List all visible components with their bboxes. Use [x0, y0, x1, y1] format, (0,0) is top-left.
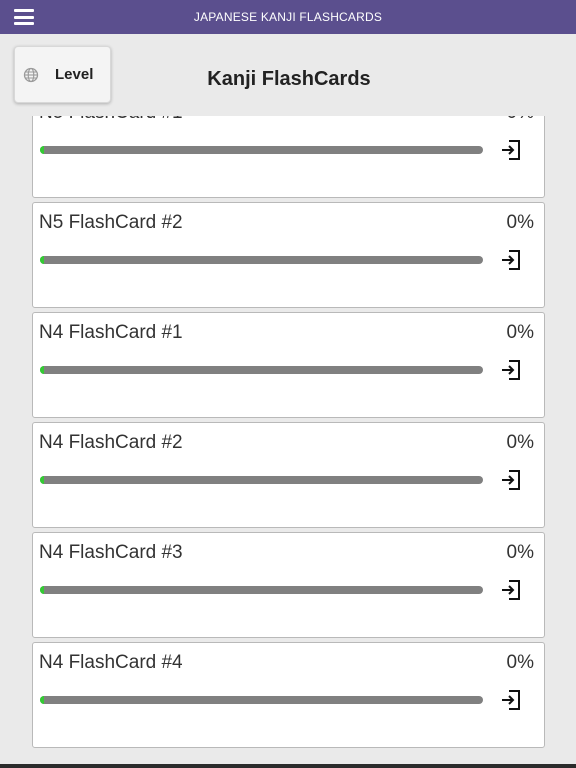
flashcard-title: N4 FlashCard #2 — [39, 432, 183, 453]
flashcard-percent: 0% — [506, 652, 534, 673]
flashcard-item[interactable]: N4 FlashCard #3 0% — [32, 532, 545, 638]
flashcard-progress-fill — [40, 256, 44, 264]
flashcard-progress-fill — [40, 146, 44, 154]
flashcard-percent: 0% — [506, 322, 534, 343]
flashcard-title: N4 FlashCard #1 — [39, 322, 183, 343]
flashcard-item[interactable]: N4 FlashCard #1 0% — [32, 312, 545, 418]
enter-icon[interactable] — [500, 139, 522, 161]
flashcard-percent: 0% — [506, 212, 534, 233]
flashcard-item[interactable]: N5 FlashCard #1 0% — [32, 116, 545, 198]
enter-icon[interactable] — [500, 469, 522, 491]
flashcard-percent: 0% — [506, 432, 534, 453]
flashcard-progress-fill — [40, 366, 44, 374]
flashcard-title: N4 FlashCard #3 — [39, 542, 183, 563]
flashcard-progress-bar — [40, 146, 483, 154]
flashcard-item[interactable]: N5 FlashCard #2 0% — [32, 202, 545, 308]
flashcard-progress-bar — [40, 256, 483, 264]
flashcard-item[interactable]: N4 FlashCard #4 0% — [32, 642, 545, 748]
flashcard-title: N4 FlashCard #4 — [39, 652, 183, 673]
flashcard-percent: 0% — [506, 542, 534, 563]
page-header: Level Kanji FlashCards — [0, 34, 576, 116]
flashcard-title: N5 FlashCard #1 — [39, 116, 183, 124]
flashcard-list[interactable]: N5 FlashCard #1 0% N5 FlashCard #2 0% N4… — [0, 116, 576, 768]
flashcard-item[interactable]: N4 FlashCard #2 0% — [32, 422, 545, 528]
top-app-bar: JAPANESE KANJI FLASHCARDS — [0, 0, 576, 34]
flashcard-progress-fill — [40, 586, 44, 594]
flashcard-percent: 0% — [507, 116, 534, 124]
flashcard-progress-fill — [40, 476, 44, 484]
flashcard-title: N5 FlashCard #2 — [39, 212, 183, 233]
enter-icon[interactable] — [500, 249, 522, 271]
hamburger-menu-icon[interactable] — [14, 9, 34, 25]
enter-icon[interactable] — [500, 689, 522, 711]
flashcard-progress-bar — [40, 366, 483, 374]
bottom-edge — [0, 764, 576, 768]
page-title: Kanji FlashCards — [207, 68, 371, 90]
enter-icon[interactable] — [500, 579, 522, 601]
flashcard-progress-bar — [40, 586, 483, 594]
enter-icon[interactable] — [500, 359, 522, 381]
flashcard-progress-bar — [40, 696, 483, 704]
flashcard-progress-fill — [40, 696, 44, 704]
flashcard-progress-bar — [40, 476, 483, 484]
app-title: JAPANESE KANJI FLASHCARDS — [193, 10, 383, 24]
